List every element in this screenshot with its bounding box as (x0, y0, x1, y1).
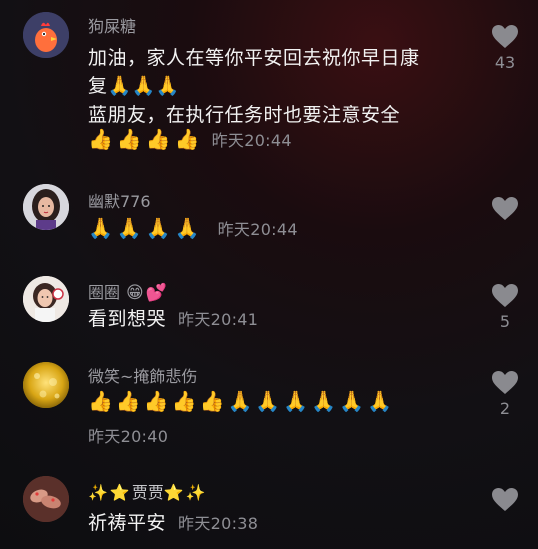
comment-timestamp: 昨天20:44 (217, 220, 298, 239)
username-text: 圈圈 (88, 283, 121, 302)
comment-emoji-row: 👍👍👍👍👍🙏🙏🙏🙏🙏🙏 (88, 389, 395, 413)
heart-icon (492, 371, 518, 394)
username-suffix-emojis: ⭐✨ (163, 483, 208, 502)
comment-emoji-row: 🙏🙏🙏🙏 昨天20:44 (88, 216, 298, 240)
heart-icon (492, 25, 518, 48)
comment-timestamp: 昨天20:38 (178, 514, 259, 533)
like-button[interactable]: 5 (488, 283, 522, 331)
comment-text: 看到想哭 (88, 308, 167, 330)
praying-hands-emojis: 🙏🙏🙏🙏 (88, 216, 204, 240)
like-button[interactable]: 43 (488, 24, 522, 72)
comment-timestamp: 昨天20:44 (211, 131, 292, 150)
chicken-avatar-icon[interactable] (23, 12, 69, 58)
username-prefix-emojis: ✨⭐ (88, 483, 132, 502)
like-count: 43 (494, 53, 516, 72)
comment-timestamp: 昨天20:40 (88, 427, 169, 446)
comment-text-line: 加油，家人在等你平安回去祝你早日康 (88, 47, 420, 69)
comment-text-line: 复🙏🙏🙏 (88, 75, 180, 97)
like-button[interactable] (488, 487, 522, 512)
hands-avatar-icon[interactable] (23, 476, 69, 522)
like-button[interactable]: 2 (488, 370, 522, 418)
heart-icon (492, 284, 518, 307)
username-text: 贾贾 (131, 483, 164, 502)
heart-icon (492, 488, 518, 511)
comment-username[interactable]: 狗屎糖 (88, 13, 136, 37)
comment-username[interactable]: ✨⭐贾贾⭐✨ (88, 479, 208, 503)
woman-avatar-icon[interactable] (23, 184, 69, 230)
comment-text: 祈祷平安 (88, 512, 167, 534)
comment-text-line: 蓝朋友，在执行任务时也要注意安全 (88, 104, 401, 126)
username-emojis: 😁💕 (126, 283, 169, 303)
comment-username[interactable]: 幽默776 (88, 188, 151, 212)
comment-timestamp: 昨天20:41 (178, 310, 259, 329)
like-count: 5 (499, 312, 511, 331)
gold-avatar-icon[interactable] (23, 362, 69, 408)
thumbs-up-emojis: 👍👍👍👍 (88, 127, 204, 151)
like-button[interactable] (488, 196, 522, 221)
comment-list: 狗屎糖 加油，家人在等你平安回去祝你早日康 复🙏🙏🙏 蓝朋友，在执行任务时也要注… (0, 0, 538, 549)
like-count: 2 (499, 399, 511, 418)
comment-username[interactable]: 微笑~掩飾悲伤 (88, 363, 197, 387)
comment-emoji-row: 👍👍👍👍 昨天20:44 (88, 127, 292, 151)
comment-text-line: 祈祷平安 昨天20:38 (88, 508, 258, 535)
comment-username[interactable]: 圈圈 😁💕 (88, 279, 169, 303)
girl-avatar-icon[interactable] (23, 276, 69, 322)
comment-text-line: 看到想哭 昨天20:41 (88, 304, 258, 331)
heart-icon (492, 197, 518, 220)
